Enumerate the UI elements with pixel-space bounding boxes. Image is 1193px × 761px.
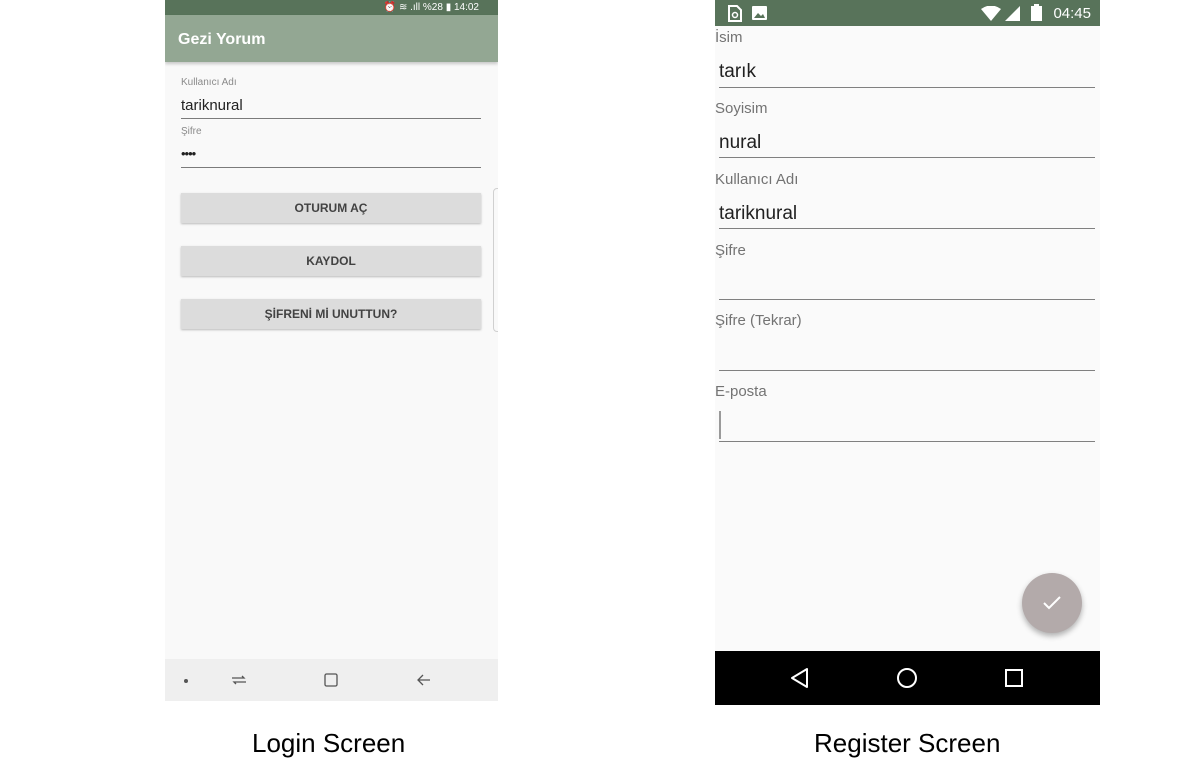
check-icon	[1043, 596, 1061, 610]
password-underline	[719, 299, 1095, 300]
name-field[interactable]: tarık	[719, 61, 756, 83]
status-time: 04:45	[1053, 5, 1091, 22]
register-button[interactable]: KAYDOL	[181, 246, 481, 276]
username-label: Kullanıcı Adı	[715, 171, 799, 188]
login-nav-bar	[165, 659, 498, 701]
back-triangle-icon[interactable]	[788, 666, 812, 690]
submit-fab-button[interactable]	[1022, 573, 1082, 633]
login-status-text: ⏰ ≋ .ıll %28 ▮ 14:02	[383, 2, 479, 13]
signal-icon	[1005, 6, 1020, 21]
password-repeat-label: Şifre (Tekrar)	[715, 312, 802, 329]
login-button[interactable]: OTURUM AÇ	[181, 193, 481, 223]
recent-apps-icon[interactable]	[229, 671, 249, 689]
username-underline	[181, 118, 481, 119]
recents-square-icon[interactable]	[1002, 666, 1026, 690]
surname-field[interactable]: nural	[719, 132, 761, 154]
username-label: Kullanıcı Adı	[181, 77, 237, 88]
dot-icon[interactable]	[177, 671, 197, 689]
username-field[interactable]: tariknural	[181, 97, 243, 114]
image-icon	[752, 6, 767, 20]
password-repeat-underline	[719, 370, 1095, 371]
register-phone-screen: 04:45 İsim tarık Soyisim nural Kullanıcı…	[715, 0, 1100, 705]
login-app-bar: Gezi Yorum	[165, 15, 498, 62]
username-field[interactable]: tariknural	[719, 203, 797, 225]
sim-icon	[728, 5, 742, 22]
back-arrow-icon[interactable]	[414, 671, 434, 689]
home-circle-icon[interactable]	[895, 666, 919, 690]
wifi-icon	[981, 6, 1001, 21]
register-nav-bar	[715, 651, 1100, 705]
username-underline	[719, 228, 1095, 229]
login-phone-screen: ⏰ ≋ .ıll %28 ▮ 14:02 Gezi Yorum Kullanıc…	[165, 0, 498, 701]
name-label: İsim	[715, 29, 743, 46]
side-panel-edge	[493, 188, 498, 332]
register-status-bar: 04:45	[715, 0, 1100, 26]
password-label: Şifre	[715, 242, 746, 259]
surname-label: Soyisim	[715, 100, 768, 117]
overview-icon[interactable]	[321, 671, 341, 689]
surname-underline	[719, 157, 1095, 158]
password-label: Şifre	[181, 126, 202, 137]
email-label: E-posta	[715, 383, 767, 400]
app-title: Gezi Yorum	[178, 31, 266, 48]
email-underline	[719, 441, 1095, 442]
battery-icon	[1031, 4, 1042, 21]
register-caption: Register Screen	[814, 728, 1001, 758]
text-cursor	[719, 411, 721, 439]
name-underline	[719, 87, 1095, 88]
forgot-password-button[interactable]: ŞİFRENİ Mİ UNUTTUN?	[181, 299, 481, 329]
login-status-bar: ⏰ ≋ .ıll %28 ▮ 14:02	[165, 0, 498, 15]
password-field[interactable]: ••••	[181, 146, 196, 161]
login-caption: Login Screen	[252, 728, 406, 758]
password-underline	[181, 167, 481, 168]
